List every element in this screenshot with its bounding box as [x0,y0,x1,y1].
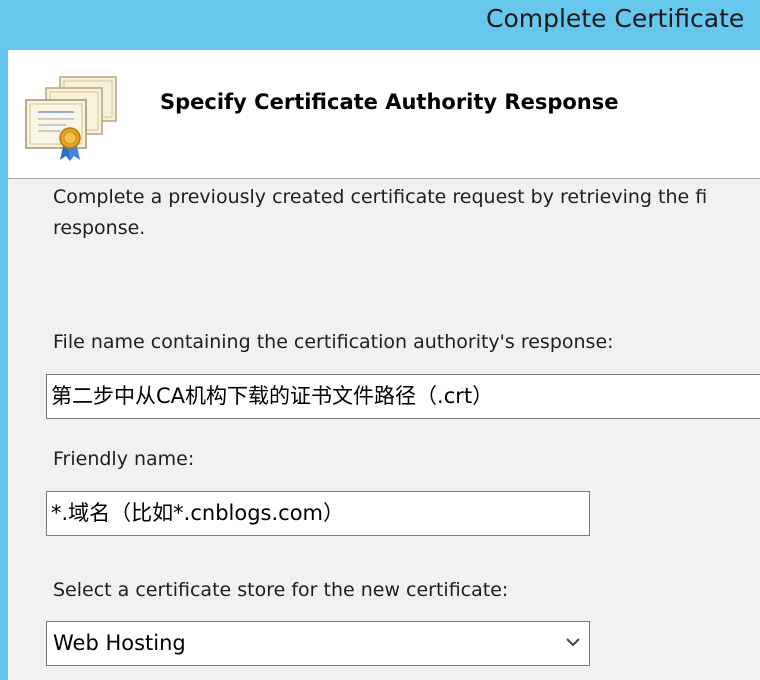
file-name-input[interactable]: 第二步中从CA机构下载的证书文件路径（.crt） [46,374,760,419]
dialog-window: Complete Certificate Specify Certificate… [0,0,760,680]
description-line-2: response. [53,217,146,239]
header-band: Specify Certificate Authority Response [8,50,760,179]
description-line-1: Complete a previously created certificat… [53,186,708,208]
description-text: Complete a previously created certificat… [53,182,760,244]
chevron-down-icon [566,638,580,647]
dialog-client-area: Specify Certificate Authority Response C… [8,50,760,680]
page-title: Specify Certificate Authority Response [160,90,619,114]
certificate-icon [25,76,117,161]
window-title: Complete Certificate [486,4,745,33]
certificate-store-value: Web Hosting [53,631,186,655]
certificate-store-label: Select a certificate store for the new c… [53,579,509,601]
file-name-label: File name containing the certification a… [53,331,614,353]
certificate-store-select[interactable]: Web Hosting [46,621,590,666]
friendly-name-input[interactable]: *.域名（比如*.cnblogs.com） [46,491,590,536]
title-bar[interactable]: Complete Certificate [0,0,760,46]
friendly-name-label: Friendly name: [53,448,195,470]
